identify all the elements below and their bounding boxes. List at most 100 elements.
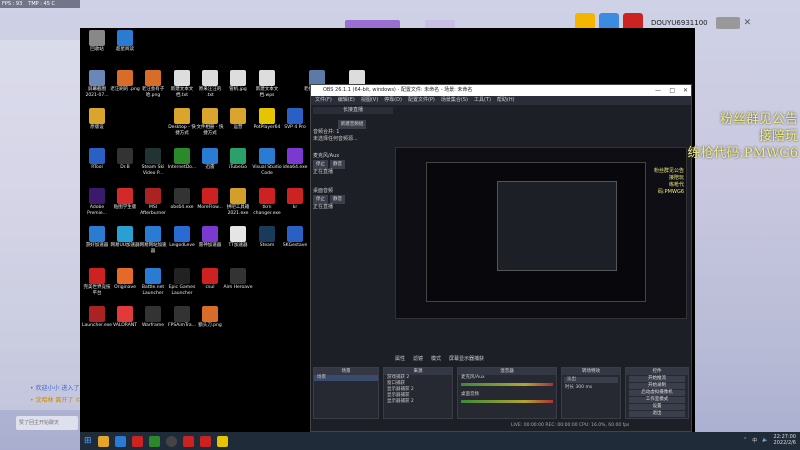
app-icon[interactable] — [199, 435, 211, 447]
desktop-icon[interactable]: Originave — [110, 268, 140, 291]
toolbar-button[interactable]: 屏幕显示器捕获 — [449, 355, 484, 362]
volume-icon[interactable]: 🔈 — [762, 437, 768, 443]
control-button[interactable]: 设置 — [629, 404, 685, 410]
desktop-icon[interactable]: SKGestave — [280, 226, 310, 249]
close-icon[interactable]: ✕ — [744, 18, 752, 28]
obs-preview[interactable]: 粉丝群见公告 接陪玩 练枪代码:PMWG6 — [395, 147, 687, 319]
obs-window[interactable]: OBS 26.1.1 (64-bit, windows) - 配置文件: 未命名… — [310, 84, 692, 432]
transition-select[interactable]: 淡出 — [564, 377, 618, 383]
app-icon[interactable] — [131, 435, 143, 447]
new-audio-group-button[interactable]: 新建音频组 — [337, 120, 367, 129]
desktop-icon[interactable]: FPSAimTra... — [167, 306, 197, 329]
duration-input[interactable]: 300 ms — [575, 385, 592, 390]
desktop-icon[interactable]: obs64.exe — [167, 188, 197, 211]
desktop-icon[interactable]: Adobe Premie... — [82, 188, 112, 216]
menu-item[interactable]: 帮助(H) — [497, 96, 515, 105]
desktop-icon[interactable]: PotPlayer64 — [252, 108, 282, 131]
lang-indicator[interactable]: 中 — [752, 437, 757, 444]
control-button[interactable]: 开始录制 — [629, 383, 685, 389]
desktop-icon[interactable]: idea64.exe — [280, 148, 310, 171]
menu-item[interactable]: 场景集合(S) — [441, 96, 468, 105]
app-icon[interactable] — [114, 435, 126, 447]
desktop-icon[interactable]: Steam Ski Video P... — [138, 148, 168, 176]
desktop-icon[interactable]: Visual Studio Code — [252, 148, 282, 176]
desktop-icon[interactable]: 运营 — [223, 108, 253, 131]
control-button[interactable]: 启动虚拟摄像机 — [629, 390, 685, 396]
desktop-icon[interactable]: MoreFlow... — [195, 188, 225, 211]
control-button[interactable]: 工作室模式 — [629, 397, 685, 403]
desktop-icon[interactable]: SVP 4 Pro — [280, 108, 310, 131]
desktop-icon[interactable]: kr — [280, 188, 310, 211]
desktop-icon[interactable]: 拼吧工具箱 2021.exe — [223, 188, 253, 216]
start-icon[interactable]: ⊞ — [84, 436, 92, 446]
desktop-icon[interactable]: VALORANT — [110, 306, 140, 329]
explorer-icon[interactable] — [97, 435, 109, 447]
desktop-icon[interactable]: MSI Afterburner — [138, 188, 168, 216]
desktop-icon[interactable]: 超星阅读 — [110, 30, 140, 53]
desktop-icon[interactable]: 老汪刷的 .png — [110, 70, 140, 93]
menu-item[interactable]: 配置文件(P) — [408, 96, 435, 105]
maximize-icon[interactable]: □ — [669, 85, 675, 96]
source-item[interactable]: 显示器捕获 2 — [384, 399, 452, 405]
chevron-up-icon[interactable]: ⌃ — [743, 437, 747, 443]
desktop-icon[interactable]: LeigodLeve — [167, 226, 197, 249]
desktop-icon[interactable]: 迅雷 — [195, 148, 225, 171]
control-button[interactable]: 开始推流 — [629, 376, 685, 382]
desktop-icon[interactable]: tkrn changer.exe — [252, 188, 282, 216]
desktop-icon[interactable]: 额头刀.png — [195, 306, 225, 329]
menu-item[interactable]: 文件(F) — [315, 96, 332, 105]
menu-item[interactable]: 编辑(E) — [338, 96, 355, 105]
transitions-dock: 转场特效 淡出 时长 300 ms — [561, 367, 621, 419]
desktop-icon[interactable]: 屏幕截图 2021-07... — [82, 70, 112, 98]
close-icon[interactable]: ✕ — [683, 85, 688, 96]
toolbar-button[interactable]: 属性 — [395, 355, 405, 362]
control-button[interactable]: 退出 — [629, 411, 685, 417]
desktop-icon[interactable]: 新建文本文 档.txt — [167, 70, 197, 98]
desktop-icon[interactable]: Battle.net Launcher — [138, 268, 168, 296]
minimize-icon[interactable]: — — [655, 85, 661, 96]
desktop-icon[interactable]: 文件相册 - 快捷方式 — [195, 108, 225, 136]
desktop-icon[interactable]: 游好加速器 — [82, 226, 112, 249]
desktop-icon[interactable]: Aim Heroave — [223, 268, 253, 291]
desktop-icon[interactable]: 网易网站加速器 — [138, 226, 168, 254]
scene-item[interactable]: 场景 — [314, 375, 378, 381]
app-icon[interactable] — [216, 435, 228, 447]
desktop-icon[interactable]: InternetDo... — [167, 148, 197, 171]
desktop-icon[interactable]: Launcher.exe — [82, 306, 112, 329]
desktop-icon[interactable]: 管机.jpg — [223, 70, 253, 93]
desktop-icon[interactable]: 原来汪汪的 .txt — [195, 70, 225, 98]
chat-input[interactable]: 赞了回主开始聊天 — [16, 416, 78, 430]
mute-button[interactable]: 静音 — [330, 195, 345, 204]
desktop-icon[interactable]: 原版设 — [82, 108, 112, 131]
desktop-icon[interactable]: csul — [195, 268, 225, 291]
desktop-icon[interactable]: 贴图学生版 — [110, 188, 140, 211]
stop-button[interactable]: 停止 — [313, 195, 328, 204]
clock[interactable]: 22:27:00 2022/2/6 — [774, 434, 796, 446]
toolbar-button[interactable]: 滤镜 — [413, 355, 423, 362]
desktop-icon[interactable]: 网易UU加速器 — [110, 226, 140, 249]
desktop-icon[interactable]: RTool — [82, 148, 112, 171]
obs-icon[interactable] — [165, 435, 177, 447]
toolbar-button[interactable]: 模式 — [431, 355, 441, 362]
desktop-icon[interactable]: Dr.B — [110, 148, 140, 171]
stop-button[interactable]: 停止 — [313, 160, 328, 169]
menu-item[interactable]: 工具(T) — [474, 96, 491, 105]
desktop-icon[interactable]: 完美世界竞技平台 — [82, 268, 112, 296]
mute-button[interactable]: 静音 — [330, 160, 345, 169]
desktop-icon[interactable]: Steam — [252, 226, 282, 249]
desktop-icon[interactable]: 回收站 — [82, 30, 112, 53]
menu-item[interactable]: 停靠(D) — [384, 96, 402, 105]
desktop-icon[interactable]: iTubeGo — [223, 148, 253, 171]
desktop-icon[interactable]: Desktop - 快捷方式 — [167, 108, 197, 136]
desktop-icon[interactable]: Warframe — [138, 306, 168, 329]
dock-title: 转场特效 — [562, 368, 620, 375]
window-button[interactable] — [715, 17, 740, 29]
desktop-icon[interactable]: 老汪会有子 哈.png — [138, 70, 168, 98]
desktop-icon[interactable]: 雷神加速器 — [195, 226, 225, 249]
menu-item[interactable]: 视图(V) — [361, 96, 378, 105]
desktop-icon[interactable]: 新建文本文 档.wps — [252, 70, 282, 98]
desktop-icon[interactable]: Epic Games Launcher — [167, 268, 197, 296]
app-icon[interactable] — [148, 435, 160, 447]
desktop-icon[interactable]: TT加速器 — [223, 226, 253, 249]
app-icon[interactable] — [182, 435, 194, 447]
